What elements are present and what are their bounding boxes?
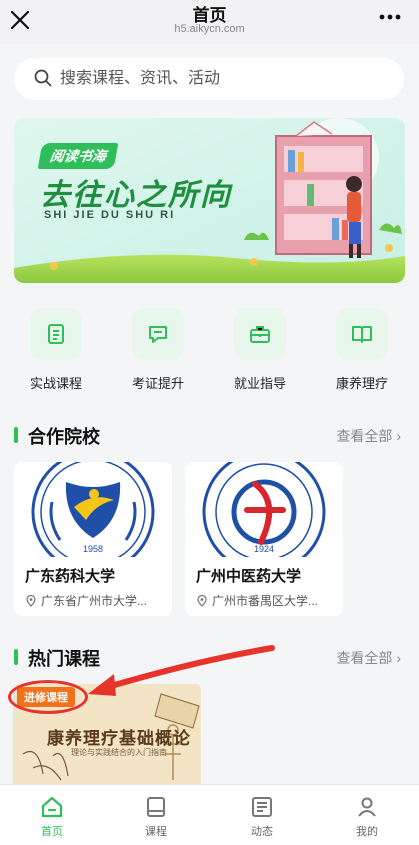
document-icon xyxy=(48,324,64,344)
banner-subtitle: SHI JIE DU SHU RI xyxy=(44,209,176,221)
bottom-tab-bar: 首页 课程 动态 我的 xyxy=(0,784,419,845)
tab-label: 我的 xyxy=(356,826,378,838)
briefcase-icon xyxy=(250,326,270,343)
tab-profile[interactable]: 我的 xyxy=(315,785,419,845)
chat-icon xyxy=(149,326,167,343)
nav-label: 就业指导 xyxy=(233,376,286,391)
section-title: 合作院校 xyxy=(28,427,100,447)
nav-label: 考证提升 xyxy=(131,376,184,391)
logo-year: 1924 xyxy=(254,544,274,554)
school-card[interactable]: 1924 广州中医药大学 广州市番禺区大学... xyxy=(185,462,343,616)
search-bar[interactable] xyxy=(14,58,404,100)
course-subtitle: 理论与实践结合的入门指南 xyxy=(71,748,167,757)
news-icon xyxy=(252,797,272,817)
home-icon xyxy=(41,796,63,818)
section-accent-bar xyxy=(14,649,18,665)
location-pin-icon xyxy=(26,595,36,607)
page-domain: h5.aikycn.com xyxy=(174,23,245,35)
nav-rehab-therapy[interactable]: 康养理疗 xyxy=(327,308,397,392)
school-name: 广东药科大学 xyxy=(25,568,116,585)
nav-label: 实战课程 xyxy=(29,376,82,391)
school-logo-gdpu: 1958 xyxy=(31,462,155,557)
school-name: 广州中医药大学 xyxy=(196,568,302,585)
banner-title: 去往心之所向 xyxy=(40,179,232,212)
more-icon[interactable] xyxy=(379,14,401,20)
banner-tag: 阅读书海 xyxy=(37,143,119,169)
school-logo-gzucm: 1924 xyxy=(202,462,326,557)
nav-practical-courses[interactable]: 实战课程 xyxy=(21,308,91,392)
annotation-circle xyxy=(8,680,88,714)
location-pin-icon xyxy=(197,595,207,607)
course-title: 康养理疗基础概论 xyxy=(47,729,191,748)
logo-year: 1958 xyxy=(83,544,103,554)
tab-news[interactable]: 动态 xyxy=(210,785,314,845)
profile-icon xyxy=(358,797,376,817)
search-input[interactable] xyxy=(60,66,380,92)
annotation-arrow-icon xyxy=(88,645,275,696)
top-bar: 首页 h5.aikycn.com xyxy=(0,0,419,44)
book-icon xyxy=(352,326,372,343)
school-location: 广州市番禺区大学... xyxy=(196,592,318,609)
partners-view-all-link[interactable]: 查看全部 › xyxy=(336,426,401,446)
course-icon xyxy=(147,797,165,817)
tab-courses[interactable]: 课程 xyxy=(104,785,208,845)
tab-home[interactable]: 首页 xyxy=(0,785,104,845)
school-location: 广东省广州市大学... xyxy=(25,592,147,609)
tab-label: 动态 xyxy=(251,826,273,838)
tab-label: 首页 xyxy=(41,826,63,838)
nav-label: 康养理疗 xyxy=(335,376,388,391)
tab-label: 课程 xyxy=(145,826,167,838)
nav-certification[interactable]: 考证提升 xyxy=(123,308,193,392)
hot-courses-view-all-link[interactable]: 查看全部 › xyxy=(336,648,401,668)
nav-career-guidance[interactable]: 就业指导 xyxy=(225,308,295,392)
search-icon xyxy=(34,69,52,87)
partners-header: 合作院校 查看全部 › xyxy=(14,423,405,447)
section-accent-bar xyxy=(14,427,18,443)
school-card[interactable]: 1958 广东药科大学 广东省广州市大学... xyxy=(14,462,172,616)
